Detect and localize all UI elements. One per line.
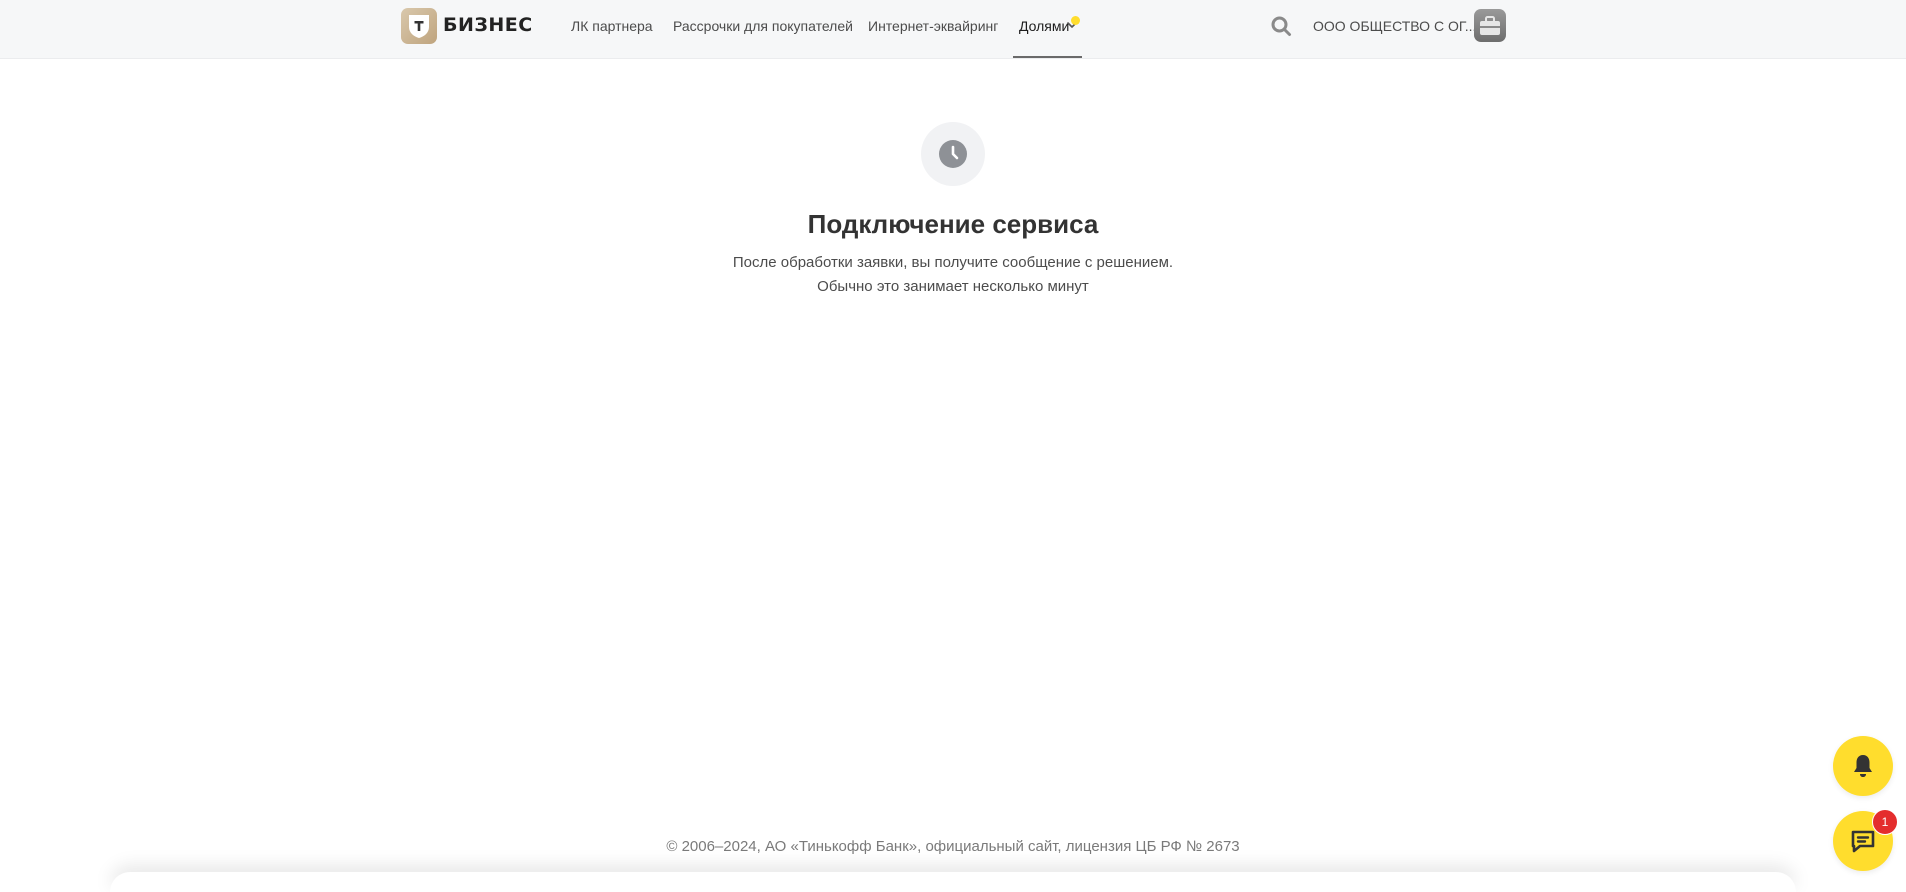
- top-header: БИЗНЕС ЛК партнера Рассрочки для покупат…: [0, 0, 1906, 59]
- nav-item-dolyami[interactable]: Долями: [1019, 18, 1069, 34]
- nav-item-installments[interactable]: Рассрочки для покупателей: [673, 18, 853, 34]
- chat-icon: [1851, 830, 1875, 853]
- avatar[interactable]: [1474, 9, 1506, 42]
- nav-item-partner-cabinet[interactable]: ЛК партнера: [571, 18, 653, 34]
- notifications-button[interactable]: [1833, 736, 1893, 796]
- new-indicator-dot: [1071, 16, 1080, 25]
- footer-panel-edge: [110, 872, 1796, 892]
- bell-icon: [1854, 755, 1872, 777]
- brand-name[interactable]: БИЗНЕС: [443, 14, 533, 36]
- description-line-1: После обработки заявки, вы получите сооб…: [732, 254, 1174, 271]
- chat-unread-badge: 1: [1872, 809, 1898, 835]
- description-line-2: Обычно это занимает несколько минут: [817, 278, 1089, 295]
- clock-icon: [939, 140, 967, 168]
- active-tab-underline: [1013, 56, 1082, 58]
- nav-item-acquiring[interactable]: Интернет-эквайринг: [868, 18, 998, 34]
- shield-logo-icon[interactable]: [401, 8, 437, 44]
- briefcase-icon: [1480, 16, 1500, 35]
- search-icon[interactable]: [1270, 15, 1292, 37]
- page-title: Подключение сервиса: [807, 209, 1099, 239]
- organization-name[interactable]: ООО ОБЩЕСТВО С ОГ...: [1313, 18, 1476, 34]
- shield-logo-glyph: [409, 14, 429, 38]
- footer-copyright: © 2006–2024, АО «Тинькофф Банк», официал…: [666, 838, 1240, 855]
- status-circle: [921, 122, 985, 186]
